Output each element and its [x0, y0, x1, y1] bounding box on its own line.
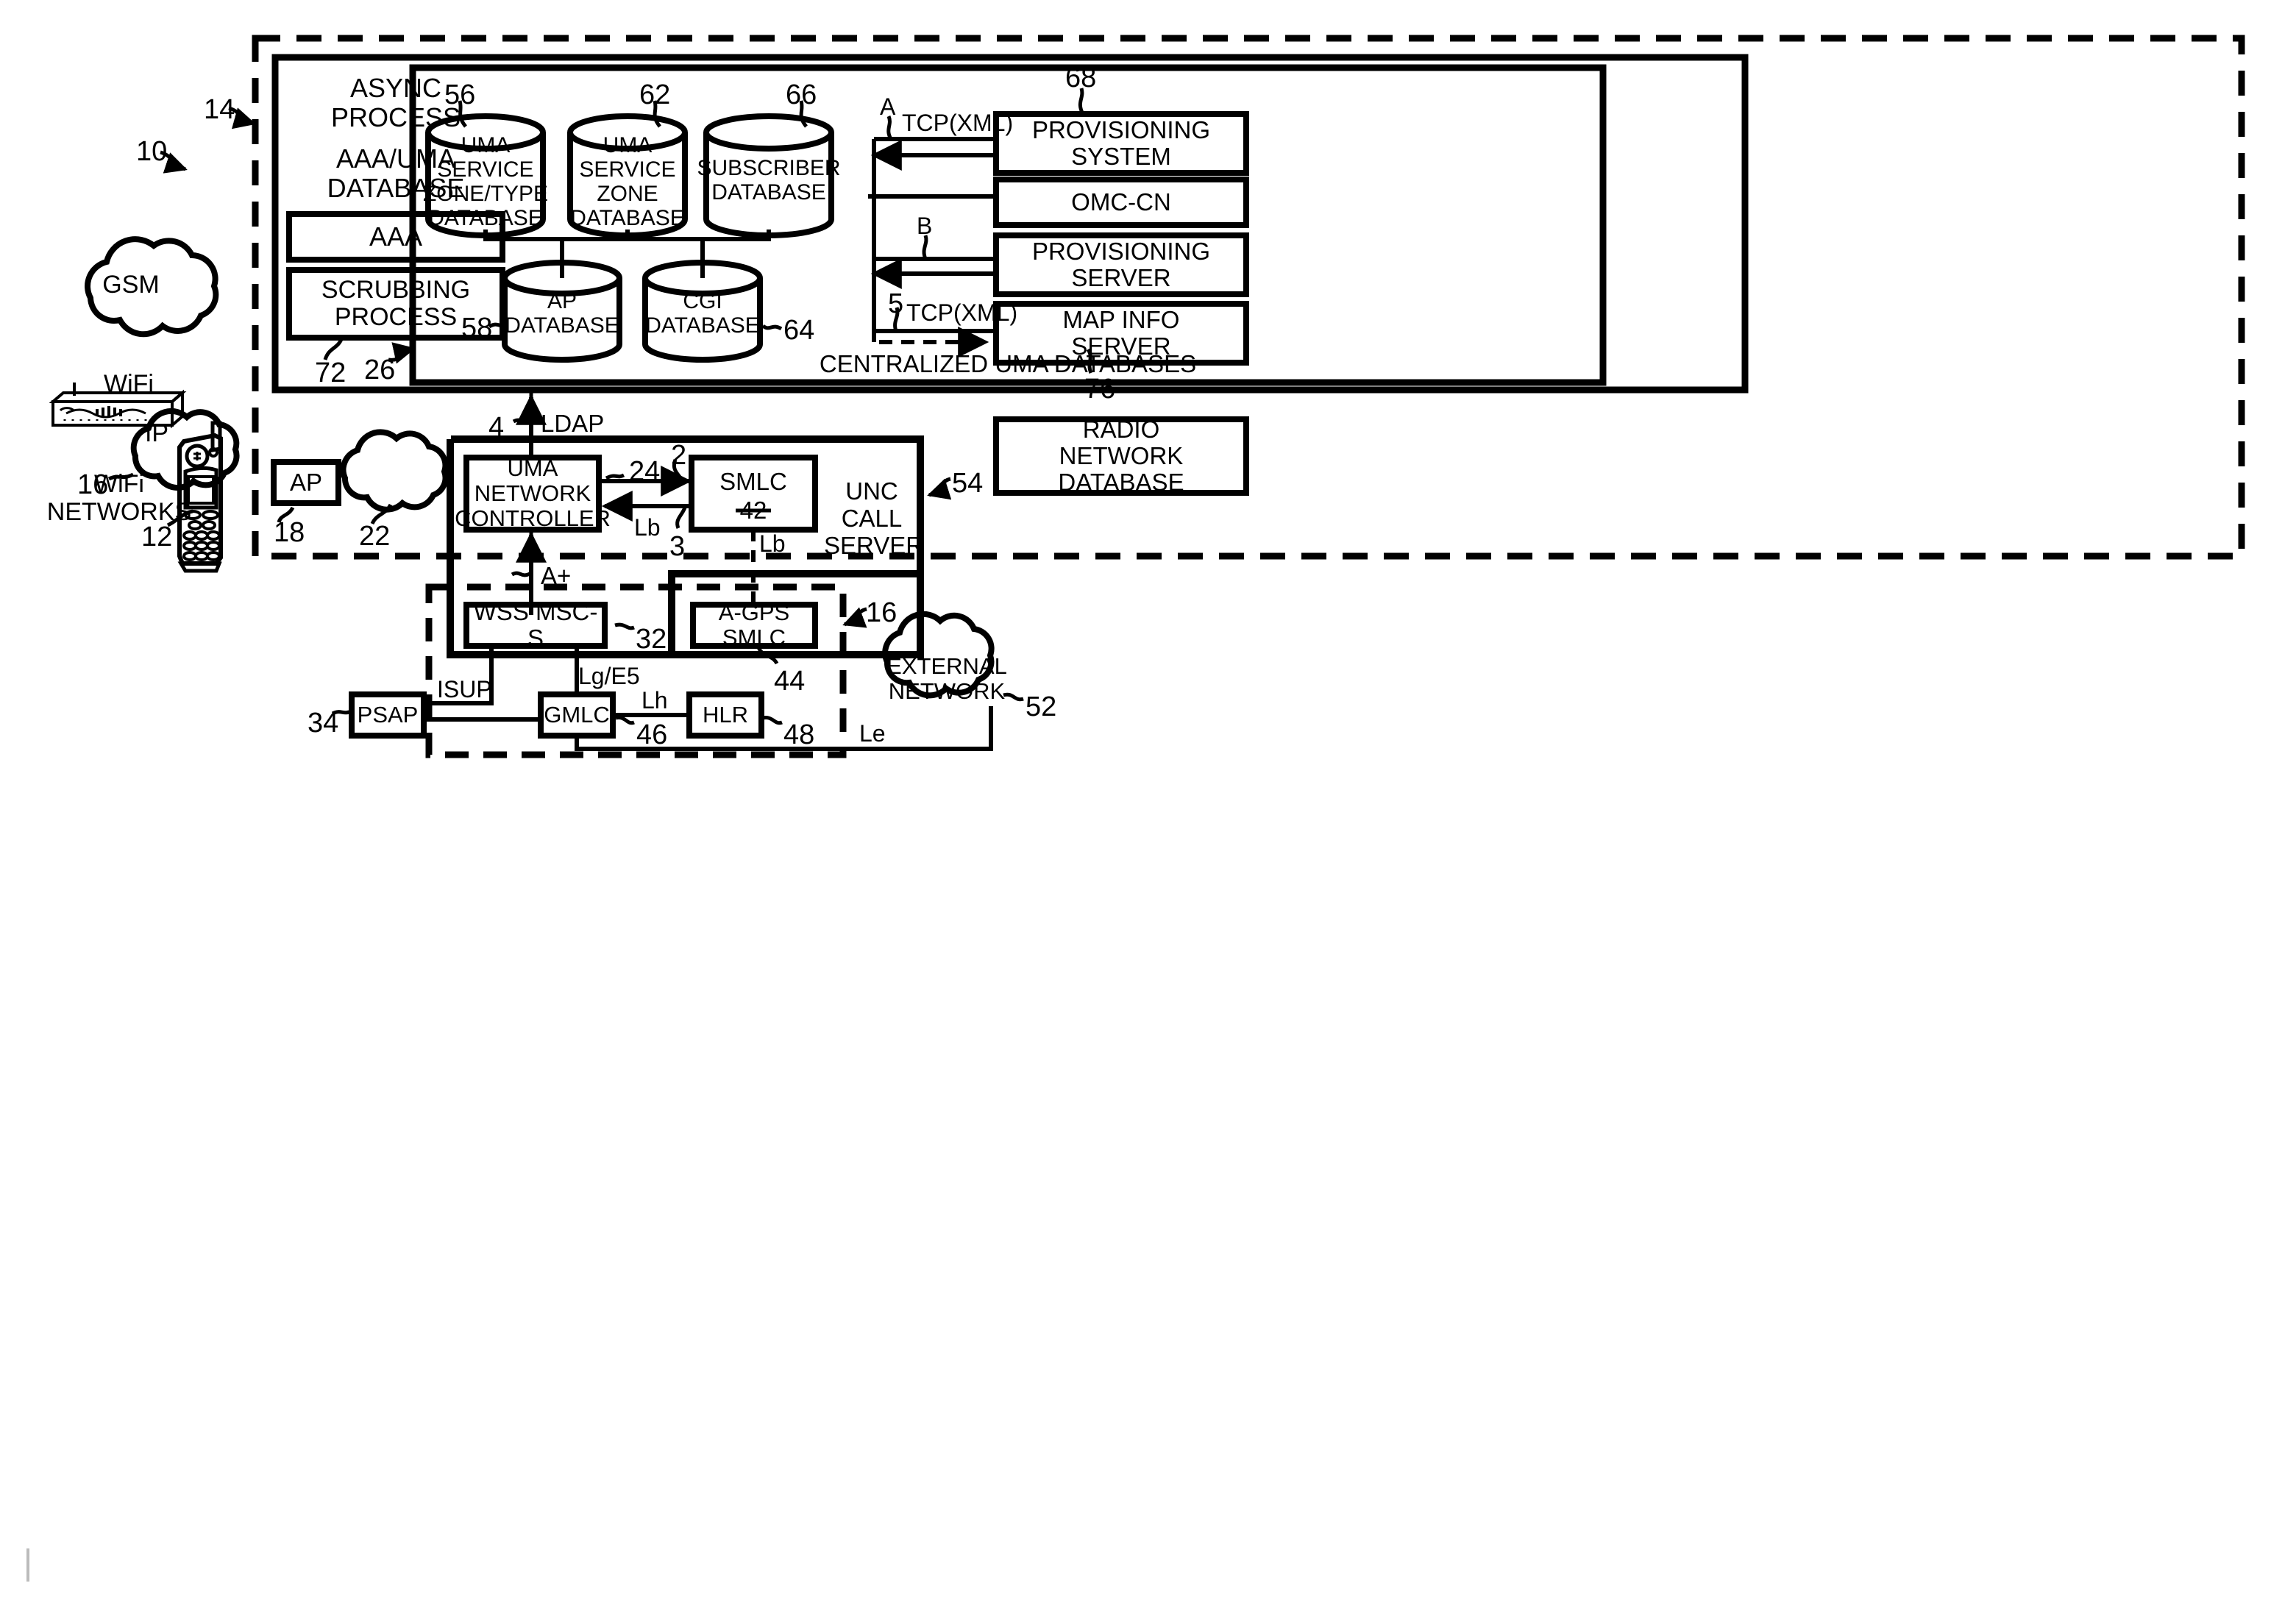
le-label: Le	[859, 720, 886, 747]
uma-network-controller-label: UMA NETWORK CONTROLLER	[455, 455, 611, 532]
numeral-46: 46	[636, 719, 668, 750]
psap-label: PSAP	[357, 701, 419, 728]
numeral-24: 24	[629, 456, 661, 487]
numeral-16-lower: 16	[866, 597, 898, 628]
numeral-5: 5	[888, 288, 904, 319]
cgi-database-label: CGI DATABASE	[645, 289, 760, 338]
map-info-server-label: MAP INFO SERVER	[1062, 305, 1180, 360]
hlr-label: HLR	[702, 701, 748, 728]
ap-box-label: AP	[289, 468, 323, 496]
gsm-cloud-label: GSM	[102, 271, 160, 299]
lb-label-2: Lb	[759, 530, 786, 557]
ap-database-label: AP DATABASE	[505, 289, 619, 338]
lg-e5-label: Lg/E5	[578, 663, 640, 689]
numeral-62: 62	[639, 79, 671, 110]
numeral-3: 3	[669, 531, 686, 562]
numeral-34: 34	[308, 708, 339, 739]
numeral-68: 68	[1065, 63, 1097, 93]
uma-service-zone-database-label: UMA SERVICE ZONE DATABASE	[570, 133, 685, 230]
wifi-networks-label: WiFi NETWORKS	[46, 470, 192, 527]
numeral-2: 2	[671, 440, 687, 471]
a-gps-smlc-label: A-GPS SMLC	[718, 599, 790, 650]
numeral-44: 44	[774, 666, 806, 697]
tcp-xml-top-label: TCP(XML)	[902, 110, 1014, 136]
smlc-label: SMLC	[719, 468, 787, 495]
a-plus-label: A+	[541, 562, 572, 589]
provisioning-server-label: PROVISIONING SERVER	[1031, 237, 1211, 291]
tcp-xml-bottom-label: TCP(XML)	[906, 299, 1018, 326]
numeral-18: 18	[274, 517, 305, 548]
smlc-numeral: 42	[739, 497, 767, 524]
numeral-4: 4	[488, 412, 505, 443]
unc-call-server-label: UNC CALL SERVER	[824, 477, 924, 559]
ldap-label: LDAP	[541, 410, 605, 437]
lb-label-1: Lb	[634, 514, 661, 541]
numeral-12: 12	[141, 522, 173, 552]
numeral-72: 72	[315, 358, 346, 388]
numeral-54: 54	[952, 468, 984, 499]
numeral-14: 14	[204, 94, 235, 125]
lh-label: Lh	[641, 687, 668, 714]
numeral-26: 26	[364, 355, 396, 385]
provisioning-system-label: PROVISIONING SYSTEM	[1031, 115, 1211, 170]
isup-label: ISUP	[437, 676, 492, 703]
interface-a-label: A	[880, 93, 896, 120]
external-network-label: EXTERNAL NETWORK	[886, 652, 1007, 704]
gmlc-label: GMLC	[544, 701, 610, 728]
interface-b-label: B	[917, 213, 933, 239]
radio-network-database-label: RADIO NETWORK DATABASE	[1058, 415, 1184, 497]
wifi-label: WiFi	[104, 370, 154, 398]
wss-msc-s-label: WSS MSC-S	[473, 597, 598, 652]
patent-figure-canvas: ASYNC PROCESS AAA/UMA DATABASE AAA SCRUB…	[0, 0, 2296, 1597]
numeral-76: 76	[1084, 374, 1116, 405]
numeral-48: 48	[783, 719, 815, 750]
ip-cloud-label: IP	[144, 419, 169, 447]
uma-service-zone-type-database-label: UMA SERVICE ZONE/TYPE DATABASE	[422, 133, 549, 230]
numeral-22: 22	[359, 521, 391, 552]
numeral-52: 52	[1026, 691, 1057, 722]
numeral-16-wifi: 16	[77, 469, 109, 500]
numeral-56: 56	[444, 79, 476, 110]
omc-cn-label: OMC-CN	[1071, 188, 1171, 216]
numeral-10: 10	[136, 136, 168, 167]
subscriber-database-label: SUBSCRIBER DATABASE	[697, 156, 841, 204]
numeral-58: 58	[461, 313, 493, 344]
numeral-64: 64	[783, 315, 815, 346]
numeral-32: 32	[636, 624, 667, 655]
numeral-66: 66	[786, 79, 817, 110]
